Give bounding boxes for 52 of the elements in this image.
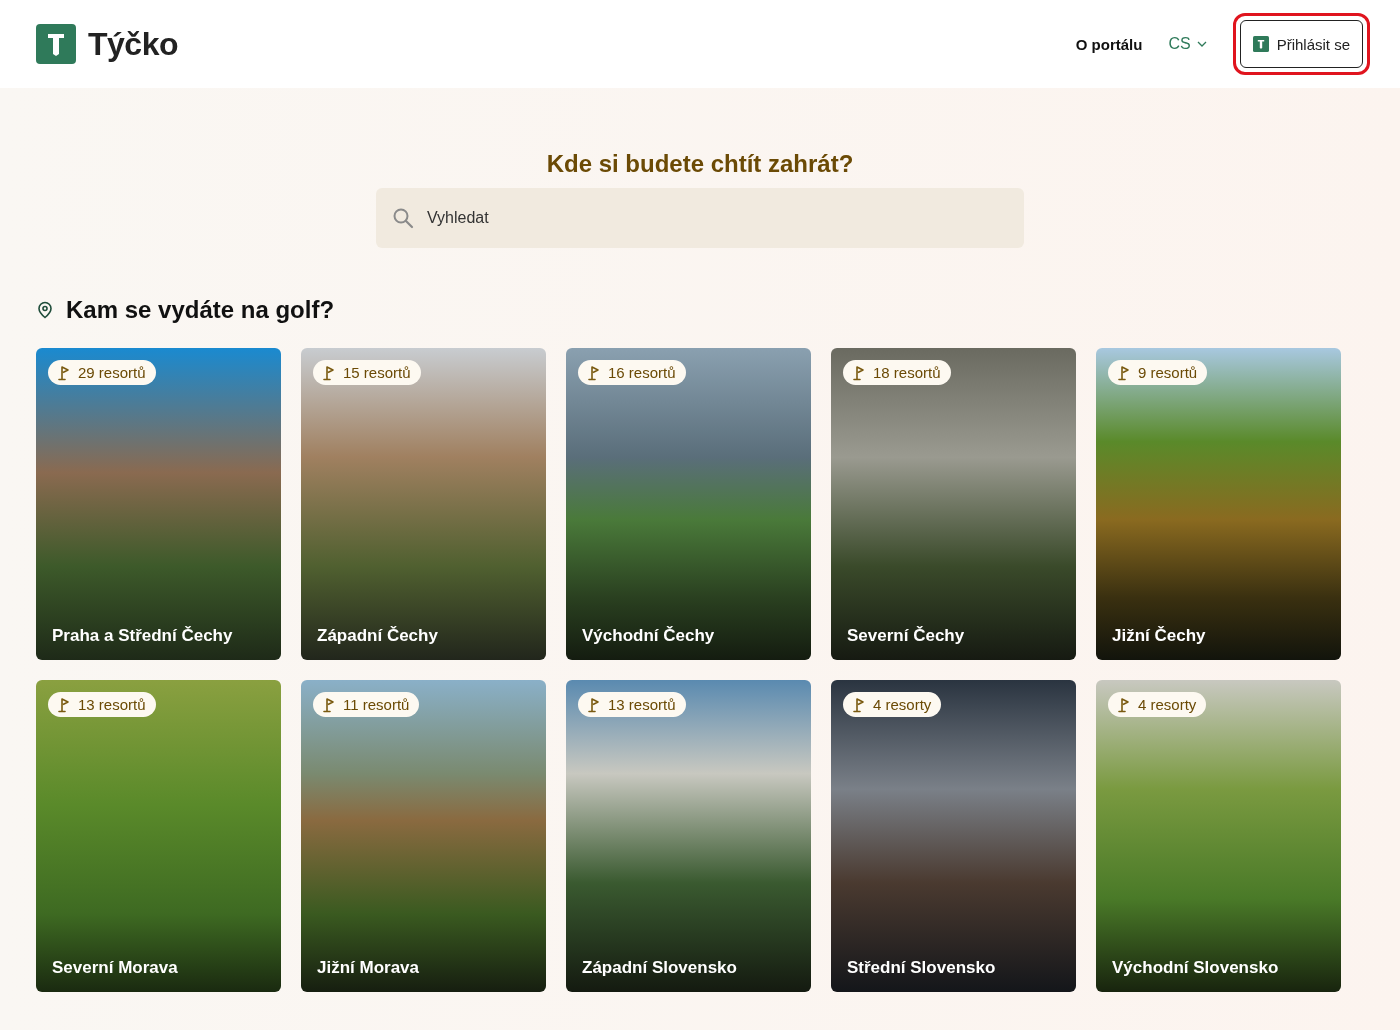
- region-card[interactable]: 18 resortů Severní Čechy: [831, 348, 1076, 660]
- region-name: Jižní Čechy: [1111, 626, 1206, 646]
- location-pin-icon: [36, 301, 54, 319]
- logo-text: Týčko: [88, 25, 178, 63]
- golf-flag-icon: [853, 364, 865, 381]
- region-name: Střední Slovensko: [846, 958, 996, 978]
- resort-count-badge: 4 resorty: [843, 692, 942, 717]
- golf-flag-icon: [323, 696, 335, 713]
- region-name: Praha a Střední Čechy: [51, 626, 233, 646]
- golf-flag-icon: [588, 364, 600, 381]
- region-card[interactable]: 13 resortů Západní Slovensko: [566, 680, 811, 992]
- region-card[interactable]: 13 resortů Severní Morava: [36, 680, 281, 992]
- section-heading: Kam se vydáte na golf?: [66, 296, 335, 324]
- region-card[interactable]: 4 resorty Východní Slovensko: [1096, 680, 1341, 992]
- resort-count-badge: 18 resortů: [843, 360, 951, 385]
- region-name: Východní Slovensko: [1111, 958, 1279, 978]
- resort-count-badge: 13 resortů: [48, 692, 156, 717]
- resort-count-badge: 15 resortů: [313, 360, 421, 385]
- golf-flag-icon: [853, 696, 865, 713]
- golf-flag-icon: [58, 364, 70, 381]
- resort-count-badge: 16 resortů: [578, 360, 686, 385]
- resort-count-badge: 9 resortů: [1108, 360, 1208, 385]
- region-card[interactable]: 29 resortů Praha a Střední Čechy: [36, 348, 281, 660]
- golf-flag-icon: [58, 696, 70, 713]
- golf-flag-icon: [588, 696, 600, 713]
- resort-count-badge: 29 resortů: [48, 360, 156, 385]
- region-name: Jižní Morava: [316, 958, 420, 978]
- region-name: Severní Čechy: [846, 626, 965, 646]
- region-name: Východní Čechy: [581, 626, 715, 646]
- region-card[interactable]: 16 resortů Východní Čechy: [566, 348, 811, 660]
- golf-flag-icon: [1118, 696, 1130, 713]
- search-icon: [392, 207, 414, 229]
- golf-flag-icon: [1118, 364, 1130, 381]
- resort-count-badge: 13 resortů: [578, 692, 686, 717]
- search-heading: Kde si budete chtít zahrát?: [545, 150, 855, 178]
- region-card[interactable]: 9 resortů Jižní Čechy: [1096, 348, 1341, 660]
- region-card[interactable]: 15 resortů Západní Čechy: [301, 348, 546, 660]
- login-button[interactable]: Přihlásit se: [1239, 20, 1363, 68]
- region-name: Západní Čechy: [316, 626, 438, 646]
- logo-icon: [1252, 36, 1269, 52]
- search-field[interactable]: Vyhledat: [376, 188, 1024, 248]
- chevron-down-icon: [1196, 41, 1207, 47]
- language-dropdown[interactable]: CS: [1168, 35, 1207, 53]
- region-name: Severní Morava: [51, 958, 178, 978]
- region-name: Západní Slovensko: [581, 958, 737, 978]
- logo-icon: [36, 24, 76, 64]
- golf-flag-icon: [323, 364, 335, 381]
- region-card[interactable]: 11 resortů Jižní Morava: [301, 680, 546, 992]
- resort-count-badge: 4 resorty: [1108, 692, 1207, 717]
- nav-link[interactable]: O portálu: [1075, 35, 1143, 53]
- resort-count-badge: 11 resortů: [313, 692, 420, 717]
- region-card[interactable]: 4 resorty Střední Slovensko: [831, 680, 1076, 992]
